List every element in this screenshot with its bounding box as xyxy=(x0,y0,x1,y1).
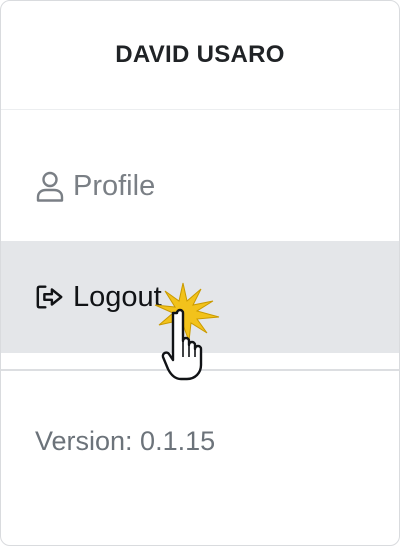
user-dropdown-menu: DAVID USARO Profile Logout Version: 0.1.… xyxy=(0,0,400,546)
menu-item-logout-label: Logout xyxy=(73,281,162,313)
person-icon xyxy=(35,171,65,202)
menu-item-logout[interactable]: Logout xyxy=(1,241,399,353)
version-label: Version: 0.1.15 xyxy=(35,426,216,456)
menu-item-profile-label: Profile xyxy=(73,170,156,202)
menu-divider xyxy=(1,369,399,371)
menu-header: DAVID USARO xyxy=(1,1,399,110)
logout-icon xyxy=(35,282,65,312)
menu-item-profile[interactable]: Profile xyxy=(1,131,399,241)
user-name: DAVID USARO xyxy=(115,41,285,68)
